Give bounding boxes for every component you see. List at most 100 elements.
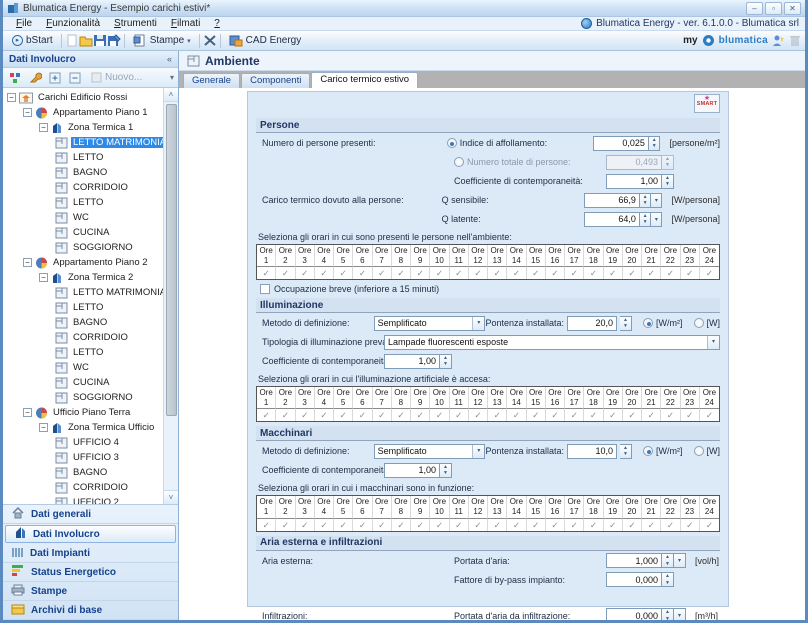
hour-checkbox[interactable]: ✓ (604, 266, 623, 279)
hour-checkbox[interactable]: ✓ (373, 408, 392, 421)
input-bypass[interactable] (606, 572, 662, 587)
hour-checkbox[interactable]: ✓ (353, 266, 372, 279)
spinner-portata-aria[interactable]: ▲▼ (662, 553, 674, 568)
dropdown-portata-infiltrazione[interactable]: ▾ (674, 608, 686, 620)
sidebar-item-dati-impianti[interactable]: Dati Impianti (3, 544, 178, 563)
menu-filmati[interactable]: Filmati (164, 18, 207, 29)
hour-checkbox[interactable]: ✓ (565, 408, 584, 421)
hour-checkbox[interactable]: ✓ (623, 408, 642, 421)
sidebar-item-dati-involucro[interactable]: Dati Involucro (5, 525, 176, 543)
tree-expander-icon[interactable]: − (23, 108, 32, 117)
hour-checkbox[interactable]: ✓ (296, 408, 315, 421)
spinner-coeff-macchinari[interactable]: ▲▼ (440, 463, 452, 478)
tree-node[interactable]: SOGGIORNO (3, 240, 163, 255)
tree-expander-icon[interactable]: − (39, 273, 48, 282)
tree-expander-icon[interactable]: − (23, 258, 32, 267)
nuovo-button[interactable]: Nuovo... (87, 72, 146, 83)
tree-toolbar-dropdown-icon[interactable]: ▾ (170, 73, 174, 82)
tree-node[interactable]: WC (3, 360, 163, 375)
spinner-q-sensibile[interactable]: ▲▼ (640, 193, 651, 208)
radio-indice-affollamento[interactable] (447, 138, 457, 148)
hour-checkbox[interactable]: ✓ (315, 266, 334, 279)
tree-node[interactable]: BAGNO (3, 165, 163, 180)
hour-checkbox[interactable]: ✓ (411, 518, 430, 531)
hour-checkbox[interactable]: ✓ (642, 518, 661, 531)
tree-node[interactable]: CORRIDOIO (3, 180, 163, 195)
hour-checkbox[interactable]: ✓ (546, 408, 565, 421)
hour-checkbox[interactable]: ✓ (450, 408, 469, 421)
menu-help[interactable]: ? (207, 18, 227, 29)
hour-checkbox[interactable]: ✓ (469, 266, 488, 279)
hour-checkbox[interactable]: ✓ (546, 518, 565, 531)
scroll-thumb[interactable] (166, 104, 177, 416)
hour-checkbox[interactable]: ✓ (623, 518, 642, 531)
tab-carico-termico-estivo[interactable]: Carico termico estivo (311, 72, 418, 88)
wrench-icon[interactable] (27, 70, 43, 85)
hour-checkbox[interactable]: ✓ (392, 266, 411, 279)
tree-node[interactable]: SOGGIORNO (3, 390, 163, 405)
tree-scrollbar[interactable]: ˄ ˅ (163, 88, 178, 504)
hour-checkbox[interactable]: ✓ (565, 266, 584, 279)
input-potenza-illuminazione[interactable] (567, 316, 617, 331)
save-icon[interactable] (93, 34, 107, 47)
hour-checkbox[interactable]: ✓ (584, 408, 603, 421)
hour-checkbox[interactable]: ✓ (584, 518, 603, 531)
input-q-latente[interactable] (584, 212, 640, 227)
hour-checkbox[interactable]: ✓ (373, 266, 392, 279)
tree-node[interactable]: −Carichi Edificio Rossi (3, 90, 163, 105)
hour-checkbox[interactable]: ✓ (469, 518, 488, 531)
hour-checkbox[interactable]: ✓ (334, 266, 353, 279)
hour-checkbox[interactable]: ✓ (257, 266, 276, 279)
scroll-up-icon[interactable]: ˄ (164, 88, 178, 102)
tree-node[interactable]: UFFICIO 2 (3, 495, 163, 504)
hour-checkbox[interactable]: ✓ (507, 408, 526, 421)
hour-checkbox[interactable]: ✓ (392, 518, 411, 531)
hour-checkbox[interactable]: ✓ (373, 518, 392, 531)
tree-node[interactable]: −Ufficio Piano Terra (3, 405, 163, 420)
input-portata-aria[interactable] (606, 553, 662, 568)
combo-metodo-illuminazione[interactable]: Semplificato▾ (374, 316, 486, 331)
hour-checkbox[interactable]: ✓ (661, 266, 680, 279)
spinner-coeff-persone[interactable]: ▲▼ (662, 174, 674, 189)
hour-checkbox[interactable]: ✓ (527, 408, 546, 421)
input-q-sensibile[interactable] (584, 193, 640, 208)
tree-node[interactable]: −Zona Termica Ufficio (3, 420, 163, 435)
hour-checkbox[interactable]: ✓ (584, 266, 603, 279)
dropdown-q-latente[interactable]: ▾ (651, 212, 662, 227)
hour-checkbox[interactable]: ✓ (411, 266, 430, 279)
open-folder-icon[interactable] (79, 34, 93, 47)
tree-node[interactable]: CUCINA (3, 375, 163, 390)
hour-checkbox[interactable]: ✓ (296, 266, 315, 279)
tree-node[interactable]: CUCINA (3, 225, 163, 240)
new-file-icon[interactable] (65, 34, 79, 47)
dropdown-q-sensibile[interactable]: ▾ (651, 193, 662, 208)
user-badge-icon[interactable] (772, 34, 785, 47)
dropdown-portata-aria[interactable]: ▾ (674, 553, 686, 568)
save-as-icon[interactable] (107, 34, 121, 47)
sidebar-item-dati-generali[interactable]: Dati generali (3, 505, 178, 524)
hour-checkbox[interactable]: ✓ (315, 408, 334, 421)
tree-node[interactable]: LETTO (3, 300, 163, 315)
hour-checkbox[interactable]: ✓ (392, 408, 411, 421)
hour-checkbox[interactable]: ✓ (276, 518, 295, 531)
tree-node[interactable]: LETTO MATRIMONIALE (3, 285, 163, 300)
hour-checkbox[interactable]: ✓ (642, 408, 661, 421)
hour-checkbox[interactable]: ✓ (700, 266, 719, 279)
radio-numero-totale[interactable] (454, 157, 464, 167)
tree-node[interactable]: LETTO (3, 195, 163, 210)
hour-checkbox[interactable]: ✓ (507, 518, 526, 531)
tree-node[interactable]: UFFICIO 4 (3, 435, 163, 450)
radio-wm2-illuminazione[interactable] (643, 318, 653, 328)
bstart-button[interactable]: ▸ bStart (7, 34, 58, 47)
spinner-portata-infiltrazione[interactable]: ▲▼ (662, 608, 674, 620)
collapse-all-icon[interactable] (67, 70, 83, 85)
hour-checkbox[interactable]: ✓ (565, 518, 584, 531)
radio-w-illuminazione[interactable] (694, 318, 704, 328)
menu-file[interactable]: File (9, 18, 39, 29)
trash-icon[interactable] (789, 34, 801, 47)
close-button[interactable]: ✕ (784, 2, 801, 15)
spinner-potenza-macchinari[interactable]: ▲▼ (620, 444, 632, 459)
hour-checkbox[interactable]: ✓ (700, 518, 719, 531)
hour-checkbox[interactable]: ✓ (661, 408, 680, 421)
hour-checkbox[interactable]: ✓ (353, 408, 372, 421)
